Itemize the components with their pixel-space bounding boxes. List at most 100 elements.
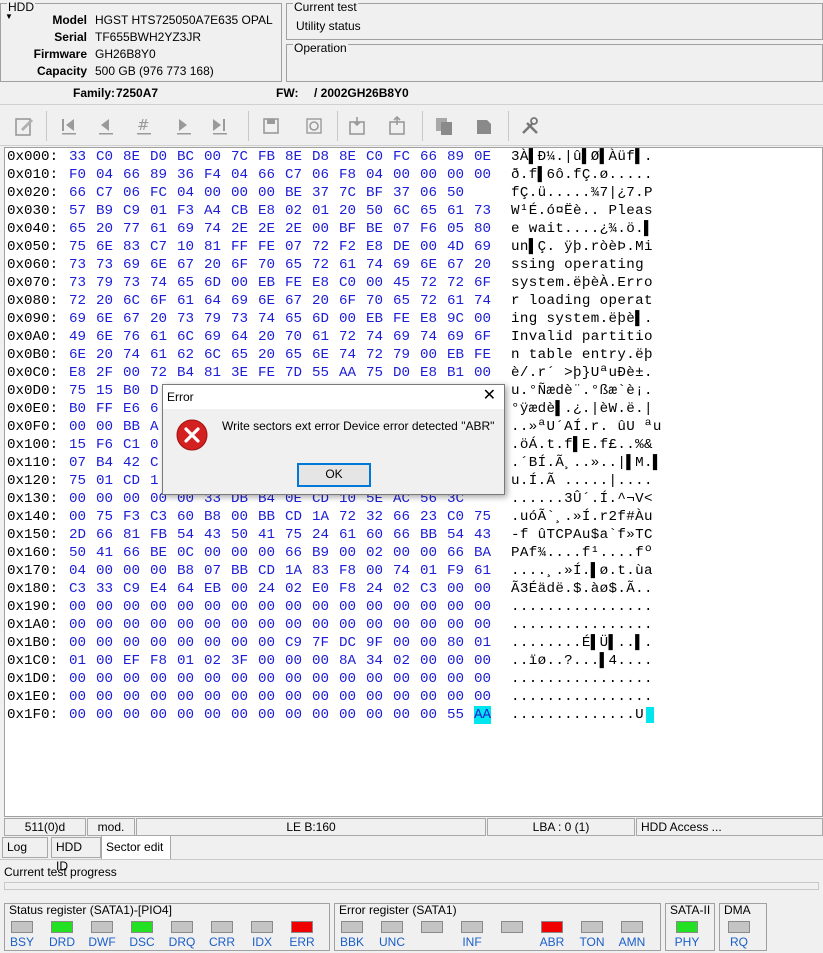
hex-byte[interactable]: 66 bbox=[96, 526, 113, 544]
hex-byte[interactable]: 65 bbox=[285, 346, 302, 364]
hex-byte[interactable]: AA bbox=[474, 706, 492, 724]
hex-ascii[interactable]: 3À▌Ð¼.|û▌Ø▌Àüf▌. bbox=[511, 148, 653, 166]
hex-byte[interactable]: 23 bbox=[420, 508, 437, 526]
hex-byte[interactable]: 00 bbox=[123, 634, 140, 652]
hex-byte[interactable]: 00 bbox=[285, 688, 302, 706]
hex-byte[interactable]: 61 bbox=[150, 220, 167, 238]
hex-byte[interactable]: DE bbox=[393, 238, 410, 256]
hex-byte[interactable]: 00 bbox=[258, 634, 275, 652]
hex-byte[interactable]: 32 bbox=[366, 508, 383, 526]
hex-byte[interactable]: BB bbox=[258, 508, 275, 526]
hex-byte[interactable]: 00 bbox=[312, 616, 329, 634]
hex-ascii[interactable]: u.Í.Ã .....|.... bbox=[511, 472, 653, 490]
hex-byte[interactable]: 00 bbox=[231, 670, 248, 688]
hex-ascii[interactable]: .öÁ.t.f▌E.f£..%& bbox=[511, 436, 653, 454]
hex-ascii[interactable]: °ÿædè▌.¿.|èW.ë.| bbox=[511, 400, 653, 418]
hex-byte[interactable]: 6D bbox=[312, 310, 329, 328]
next-sector-button[interactable] bbox=[170, 112, 198, 140]
hex-ascii[interactable]: PAf¾....f¹....fº bbox=[511, 544, 653, 562]
hex-byte[interactable]: F6 bbox=[420, 220, 437, 238]
hex-byte[interactable]: 69 bbox=[177, 220, 194, 238]
hex-byte[interactable]: 00 bbox=[366, 598, 383, 616]
first-sector-button[interactable] bbox=[55, 112, 83, 140]
hex-byte[interactable]: 8E bbox=[285, 148, 302, 166]
hex-byte[interactable]: 00 bbox=[393, 544, 410, 562]
hex-byte[interactable]: 00 bbox=[231, 616, 248, 634]
hex-byte[interactable]: 02 bbox=[393, 580, 410, 598]
hex-byte[interactable]: 00 bbox=[420, 706, 437, 724]
hex-byte[interactable]: 74 bbox=[393, 562, 410, 580]
hex-byte[interactable]: 01 bbox=[150, 202, 167, 220]
hex-byte[interactable]: EB bbox=[258, 274, 275, 292]
hex-byte[interactable]: 2E bbox=[231, 220, 248, 238]
hex-byte[interactable]: 72 bbox=[150, 364, 167, 382]
hex-ascii[interactable]: ð.f▌6ô.fÇ.ø..... bbox=[511, 166, 653, 184]
hex-byte[interactable]: 6C bbox=[393, 202, 410, 220]
hex-byte[interactable]: 80 bbox=[447, 634, 464, 652]
hex-byte[interactable]: 00 bbox=[204, 148, 221, 166]
hex-ascii[interactable]: un▌Ç. ÿþ.ròèÞ.Mi bbox=[511, 238, 653, 256]
hex-byte[interactable]: BB bbox=[420, 526, 437, 544]
hex-byte[interactable]: 72 bbox=[366, 346, 383, 364]
hex-byte[interactable]: 00 bbox=[204, 616, 221, 634]
hex-byte[interactable]: 00 bbox=[393, 706, 410, 724]
hex-byte[interactable]: BE bbox=[150, 544, 167, 562]
hex-byte[interactable]: 00 bbox=[285, 706, 302, 724]
hex-byte[interactable]: 67 bbox=[447, 256, 464, 274]
hex-byte[interactable]: B0 bbox=[123, 382, 140, 400]
hex-byte[interactable]: 00 bbox=[177, 706, 194, 724]
hex-byte[interactable]: 00 bbox=[231, 598, 248, 616]
hex-byte[interactable]: 6E bbox=[258, 292, 275, 310]
hex-byte[interactable]: 6F bbox=[339, 292, 356, 310]
hex-byte[interactable]: 00 bbox=[339, 688, 356, 706]
hex-ascii[interactable]: è/.r´ >þ}UªuÐè±. bbox=[511, 364, 653, 382]
hex-byte[interactable]: D bbox=[150, 382, 159, 400]
hex-byte[interactable]: 7F bbox=[312, 634, 329, 652]
hex-byte[interactable]: 6F bbox=[150, 292, 167, 310]
hex-byte[interactable]: 43 bbox=[474, 526, 491, 544]
hex-byte[interactable]: 00 bbox=[123, 598, 140, 616]
hex-byte[interactable]: 9F bbox=[366, 634, 383, 652]
hex-byte[interactable]: 69 bbox=[393, 328, 410, 346]
hex-byte[interactable]: FF bbox=[231, 238, 248, 256]
hex-byte[interactable]: 00 bbox=[285, 616, 302, 634]
hex-byte[interactable]: 00 bbox=[393, 616, 410, 634]
edit-sector-button[interactable] bbox=[10, 112, 38, 140]
hex-byte[interactable]: 00 bbox=[339, 706, 356, 724]
hex-byte[interactable]: FE bbox=[393, 310, 410, 328]
hex-byte[interactable]: 00 bbox=[204, 670, 221, 688]
hex-byte[interactable]: 6E bbox=[96, 328, 113, 346]
hex-byte[interactable]: 36 bbox=[177, 166, 194, 184]
hex-byte[interactable]: B4 bbox=[96, 454, 113, 472]
hex-byte[interactable]: C3 bbox=[69, 580, 86, 598]
hex-byte[interactable]: 6E bbox=[420, 256, 437, 274]
hex-byte[interactable]: 01 bbox=[420, 562, 437, 580]
hex-byte[interactable]: E8 bbox=[366, 238, 383, 256]
hex-byte[interactable]: 3F bbox=[231, 652, 248, 670]
hex-byte[interactable]: BB bbox=[231, 562, 248, 580]
hex-byte[interactable]: 00 bbox=[69, 706, 86, 724]
hex-byte[interactable]: C7 bbox=[96, 184, 113, 202]
hex-byte[interactable]: 00 bbox=[177, 616, 194, 634]
close-icon[interactable]: ✕ bbox=[483, 387, 496, 405]
hex-byte[interactable]: E8 bbox=[312, 274, 329, 292]
hex-byte[interactable]: FE bbox=[285, 274, 302, 292]
hex-byte[interactable]: 67 bbox=[123, 310, 140, 328]
hex-byte[interactable]: 00 bbox=[96, 616, 113, 634]
hex-byte[interactable]: 00 bbox=[447, 670, 464, 688]
hex-byte[interactable]: 7C bbox=[339, 184, 356, 202]
hex-byte[interactable]: 74 bbox=[150, 274, 167, 292]
hex-byte[interactable]: DC bbox=[339, 634, 356, 652]
hex-byte[interactable]: 00 bbox=[447, 688, 464, 706]
tab-sector-edit[interactable]: Sector edit bbox=[101, 835, 171, 859]
hex-byte[interactable]: C bbox=[150, 454, 159, 472]
hex-byte[interactable]: 72 bbox=[339, 328, 356, 346]
hex-ascii[interactable]: ................ bbox=[511, 688, 653, 706]
hex-byte[interactable]: 79 bbox=[96, 274, 113, 292]
hex-byte[interactable]: E6 bbox=[123, 400, 140, 418]
hex-byte[interactable]: BE bbox=[285, 184, 302, 202]
hex-byte[interactable]: 00 bbox=[258, 616, 275, 634]
hex-byte[interactable]: BF bbox=[339, 220, 356, 238]
hex-byte[interactable]: 37 bbox=[393, 184, 410, 202]
prev-sector-button[interactable] bbox=[92, 112, 120, 140]
